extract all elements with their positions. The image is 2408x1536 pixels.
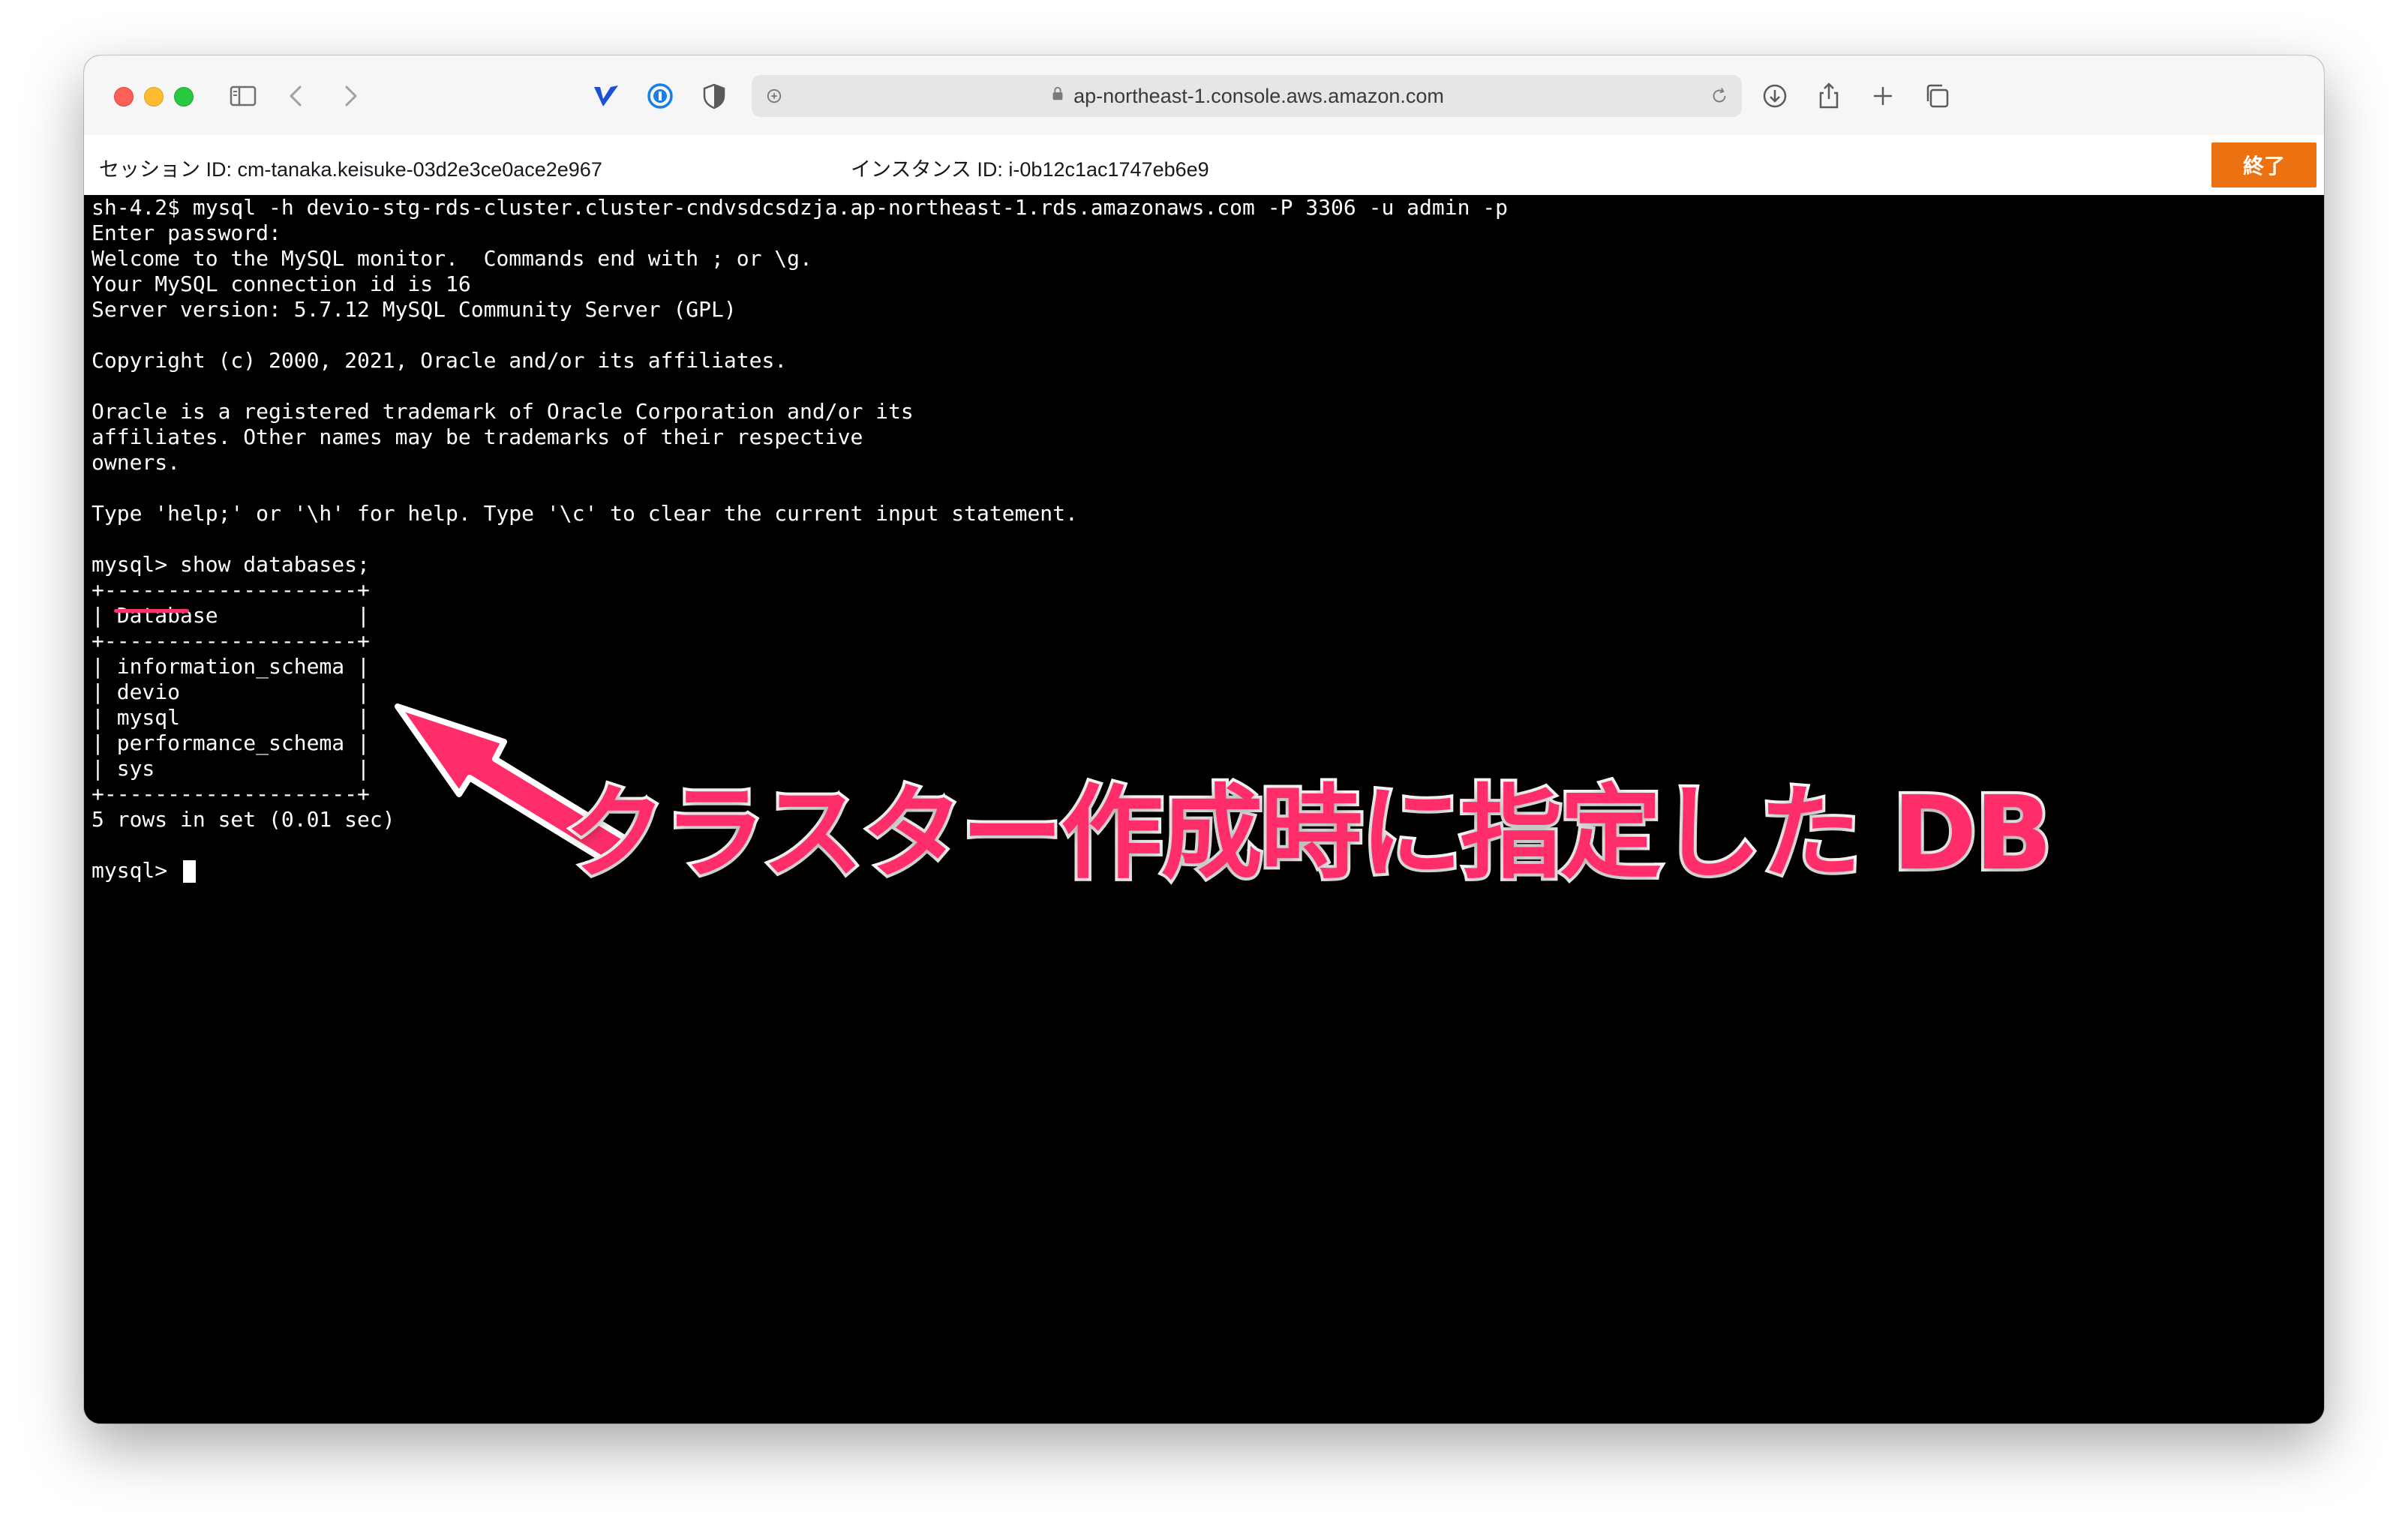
terminal-line: owners.	[92, 450, 181, 475]
url-text: ap-northeast-1.console.aws.amazon.com	[1073, 84, 1444, 107]
terminal-line: | information_schema |	[92, 654, 370, 679]
terminal-line: | performance_schema |	[92, 730, 370, 755]
terminal-line: Welcome to the MySQL monitor. Commands e…	[92, 246, 812, 271]
forward-chevron-icon[interactable]	[333, 80, 366, 112]
terminal-line: | mysql |	[92, 705, 370, 730]
minimize-window-button[interactable]	[144, 87, 164, 106]
terminal-line: | devio |	[92, 680, 370, 704]
back-chevron-icon[interactable]	[281, 80, 314, 112]
terminal-line: Oracle is a registered trademark of Orac…	[92, 399, 914, 424]
annotation-text: クラスター作成時に指定した DB	[561, 772, 2055, 896]
terminal-line: +--------------------+	[92, 578, 370, 602]
zoom-window-button[interactable]	[174, 87, 194, 106]
instance-id-label: インスタンス ID: i-0b12c1ac1747eb6e9	[851, 158, 1209, 181]
lock-icon	[1049, 86, 1066, 107]
tabs-overview-icon[interactable]	[1920, 80, 1953, 112]
terminal-line: Copyright (c) 2000, 2021, Oracle and/or …	[92, 348, 788, 373]
terminal-line: Enter password:	[92, 220, 281, 245]
close-window-button[interactable]	[114, 87, 134, 106]
terminal-line: +--------------------+	[92, 628, 370, 653]
extension-v-icon[interactable]	[590, 80, 623, 112]
reload-icon[interactable]	[1704, 81, 1734, 111]
address-bar[interactable]: ap-northeast-1.console.aws.amazon.com	[752, 75, 1742, 117]
session-id-label: セッション ID: cm-tanaka.keisuke-03d2e3ce0ace…	[99, 158, 602, 181]
terminal-cursor	[183, 860, 197, 883]
shield-icon[interactable]	[698, 80, 731, 112]
sidebar-icon[interactable]	[227, 80, 260, 112]
session-manager-bar: セッション ID: cm-tanaka.keisuke-03d2e3ce0ace…	[84, 135, 2324, 196]
devio-underline-highlight	[114, 609, 189, 613]
terminal-line: | Database |	[92, 603, 370, 628]
terminal-line: mysql> show databases;	[92, 552, 370, 577]
terminal-line: Type 'help;' or '\h' for help. Type '\c'…	[92, 501, 1078, 526]
browser-window: ap-northeast-1.console.aws.amazon.com セッ…	[84, 56, 2324, 1424]
terminal-line: Your MySQL connection id is 16	[92, 272, 471, 296]
browser-toolbar: ap-northeast-1.console.aws.amazon.com	[84, 56, 2324, 136]
download-icon[interactable]	[1758, 80, 1791, 112]
terminal-line: sh-4.2$ mysql -h devio-stg-rds-cluster.c…	[92, 195, 1509, 220]
terminal-line: Server version: 5.7.12 MySQL Community S…	[92, 297, 737, 322]
share-icon[interactable]	[1812, 80, 1845, 112]
terminate-session-button[interactable]: 終了	[2211, 142, 2316, 188]
terminal-line: affiliates. Other names may be trademark…	[92, 424, 863, 449]
new-tab-plus-icon[interactable]	[1866, 80, 1899, 112]
password-manager-icon[interactable]	[644, 80, 677, 112]
terminal-prompt: mysql>	[92, 858, 181, 883]
